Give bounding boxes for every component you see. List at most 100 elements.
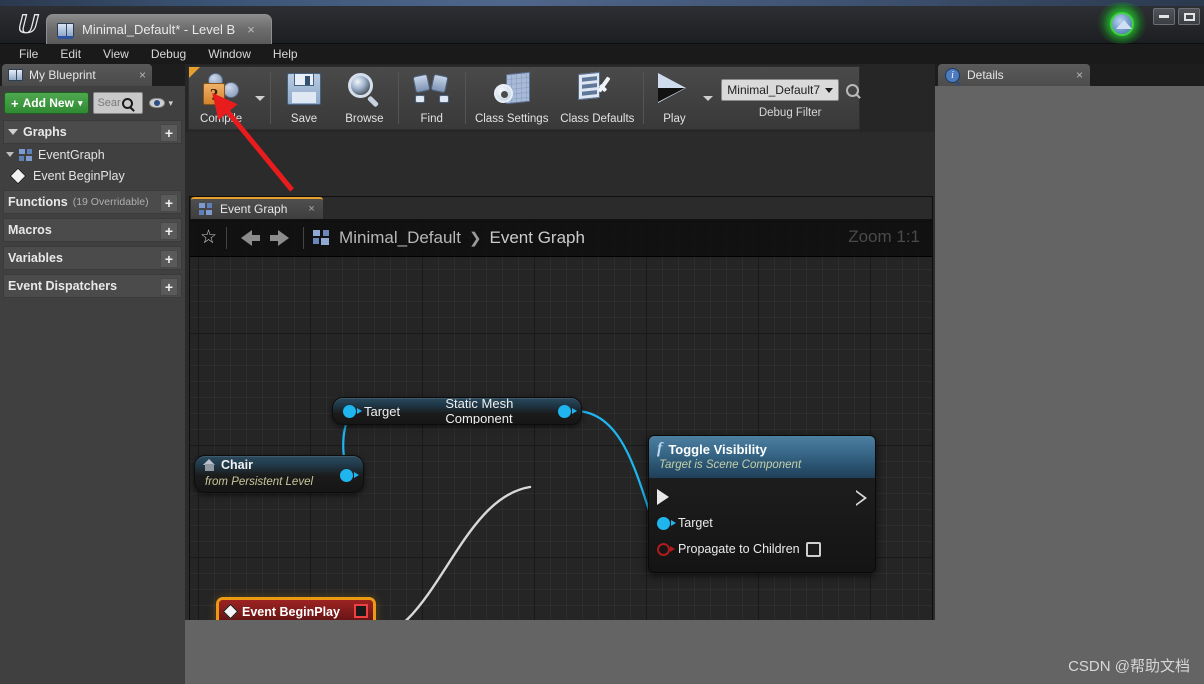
nav-back-button[interactable] bbox=[241, 229, 261, 246]
pin-target-label: Target bbox=[678, 516, 713, 530]
event-stop-square-icon[interactable] bbox=[354, 604, 368, 618]
app-tab-title: Minimal_Default* - Level B bbox=[82, 22, 236, 37]
chevron-down-icon: ▾ bbox=[77, 97, 83, 108]
window-controls bbox=[1153, 8, 1200, 25]
find-button[interactable]: Find bbox=[402, 67, 462, 129]
tab-event-graph[interactable]: Event Graph × bbox=[191, 197, 323, 219]
divider bbox=[303, 226, 305, 249]
pin-static-mesh-out[interactable] bbox=[558, 404, 577, 418]
save-label: Save bbox=[290, 113, 318, 125]
tree-item-event-beginplay[interactable]: Event BeginPlay bbox=[0, 165, 185, 186]
tab-my-blueprint-close-icon[interactable]: × bbox=[139, 68, 146, 82]
play-options-dropdown[interactable] bbox=[702, 67, 716, 129]
node-toggle-visibility-body: Target Propagate to Children bbox=[649, 478, 875, 572]
add-graph-button[interactable]: + bbox=[160, 124, 178, 142]
propagate-to-children-checkbox[interactable] bbox=[806, 541, 821, 557]
node-toggle-visibility-title-row: f Toggle Visibility bbox=[657, 440, 867, 458]
unreal-logo-icon: 𝕌 bbox=[15, 10, 37, 39]
play-icon bbox=[654, 73, 694, 107]
browse-button[interactable]: Browse bbox=[334, 67, 394, 129]
tab-my-blueprint[interactable]: My Blueprint × bbox=[2, 64, 152, 86]
browse-label: Browse bbox=[345, 113, 384, 125]
compile-options-dropdown[interactable] bbox=[253, 67, 267, 129]
favorite-star-icon[interactable]: ☆ bbox=[200, 228, 217, 247]
play-button[interactable]: Play bbox=[647, 67, 702, 129]
node-toggle-visibility[interactable]: f Toggle Visibility Target is Scene Comp… bbox=[648, 435, 876, 573]
pin-chair-out[interactable] bbox=[340, 469, 359, 482]
tab-details-close-icon[interactable]: × bbox=[1076, 68, 1083, 82]
graph-toolbar: ☆ Minimal_Default ❯ Event Graph Zoom 1:1 bbox=[190, 219, 932, 257]
wire-mesh-to-target bbox=[573, 409, 652, 515]
search-input[interactable]: Sear bbox=[93, 92, 144, 114]
event-diamond-icon bbox=[9, 167, 27, 184]
tree-item-event-graph[interactable]: EventGraph bbox=[0, 144, 185, 165]
menu-item-debug[interactable]: Debug bbox=[140, 45, 197, 63]
search-placeholder: Sear bbox=[97, 97, 121, 109]
node-static-mesh-component[interactable]: Target Static Mesh Component bbox=[332, 397, 582, 425]
toolbar-separator bbox=[643, 72, 645, 124]
menu-bar: File Edit View Debug Window Help bbox=[0, 44, 1204, 64]
blueprint-book-icon bbox=[8, 69, 23, 81]
search-icon bbox=[121, 97, 133, 109]
compile-button[interactable]: ? Compile bbox=[189, 67, 253, 129]
pin-target-in[interactable] bbox=[657, 516, 676, 530]
graph-canvas[interactable]: ☆ Minimal_Default ❯ Event Graph Zoom 1:1… bbox=[190, 219, 932, 679]
app-tab-close-icon[interactable]: × bbox=[247, 22, 255, 37]
my-blueprint-panel: My Blueprint × + Add New ▾ Sear ▾ Graphs… bbox=[0, 64, 185, 684]
menu-item-edit[interactable]: Edit bbox=[49, 45, 92, 63]
debug-filter-dropdown[interactable]: Minimal_Default7 bbox=[721, 79, 840, 101]
tab-details-label: Details bbox=[967, 68, 1004, 82]
menu-item-file[interactable]: File bbox=[8, 45, 49, 63]
minimize-button[interactable] bbox=[1153, 8, 1175, 25]
event-graph-icon bbox=[199, 203, 213, 215]
add-macro-button[interactable]: + bbox=[160, 222, 178, 240]
toolbar-separator bbox=[464, 72, 466, 124]
toolbar-separator bbox=[397, 72, 399, 124]
save-button[interactable]: Save bbox=[274, 67, 334, 129]
section-macros-label: Macros bbox=[8, 223, 52, 237]
tab-details[interactable]: i Details × bbox=[938, 64, 1090, 86]
breadcrumb-leaf[interactable]: Event Graph bbox=[490, 228, 585, 248]
pin-propagate-in[interactable] bbox=[657, 542, 675, 556]
maximize-button[interactable] bbox=[1178, 8, 1200, 25]
nav-forward-button[interactable] bbox=[270, 229, 290, 246]
debug-filter-label: Debug Filter bbox=[758, 107, 822, 119]
section-variables[interactable]: Variables + bbox=[3, 246, 182, 270]
section-functions-sublabel: (19 Overridable) bbox=[72, 196, 149, 208]
add-variable-button[interactable]: + bbox=[160, 250, 178, 268]
add-new-plus-icon: + bbox=[11, 95, 19, 111]
section-functions[interactable]: Functions (19 Overridable) + bbox=[3, 190, 182, 214]
breadcrumb-root[interactable]: Minimal_Default bbox=[339, 228, 461, 248]
globe-core bbox=[1110, 12, 1134, 36]
bottom-filler bbox=[185, 620, 935, 684]
node-chair-subtitle: from Persistent Level bbox=[205, 476, 314, 488]
section-event-dispatchers[interactable]: Event Dispatchers + bbox=[3, 274, 182, 298]
pin-exec-out[interactable] bbox=[856, 489, 867, 506]
app-tab-level-blueprint[interactable]: Minimal_Default* - Level B × bbox=[46, 14, 272, 44]
node-chair-reference[interactable]: Chair from Persistent Level bbox=[194, 455, 364, 493]
class-settings-button[interactable]: Class Settings bbox=[469, 67, 555, 129]
class-defaults-button[interactable]: Class Defaults bbox=[555, 67, 641, 129]
pin-target-in[interactable] bbox=[343, 404, 362, 418]
menu-item-view[interactable]: View bbox=[92, 45, 140, 63]
divider bbox=[226, 226, 228, 249]
menu-item-window[interactable]: Window bbox=[197, 45, 262, 63]
section-macros[interactable]: Macros + bbox=[3, 218, 182, 242]
world-settings-globe-icon[interactable] bbox=[1094, 2, 1150, 44]
class-settings-icon bbox=[493, 71, 530, 105]
add-new-label: Add New bbox=[22, 96, 74, 110]
section-graphs[interactable]: Graphs + bbox=[3, 120, 182, 144]
add-new-button[interactable]: + Add New ▾ bbox=[4, 92, 90, 114]
debug-filter-row: Minimal_Default7 bbox=[721, 79, 860, 101]
function-f-icon: f bbox=[657, 440, 663, 457]
section-graphs-label: Graphs bbox=[23, 125, 67, 139]
tab-event-graph-close-icon[interactable]: × bbox=[308, 203, 314, 215]
menu-item-help[interactable]: Help bbox=[262, 45, 309, 63]
visibility-filter-button[interactable]: ▾ bbox=[149, 98, 173, 109]
compile-icon: ? bbox=[202, 73, 240, 109]
add-event-dispatcher-button[interactable]: + bbox=[160, 278, 178, 296]
add-function-button[interactable]: + bbox=[160, 194, 178, 212]
debug-search-icon[interactable] bbox=[846, 83, 860, 97]
pin-exec-in[interactable] bbox=[657, 489, 669, 505]
blueprint-toolbar: ? Compile Save Browse Find Class Setting… bbox=[188, 66, 860, 130]
